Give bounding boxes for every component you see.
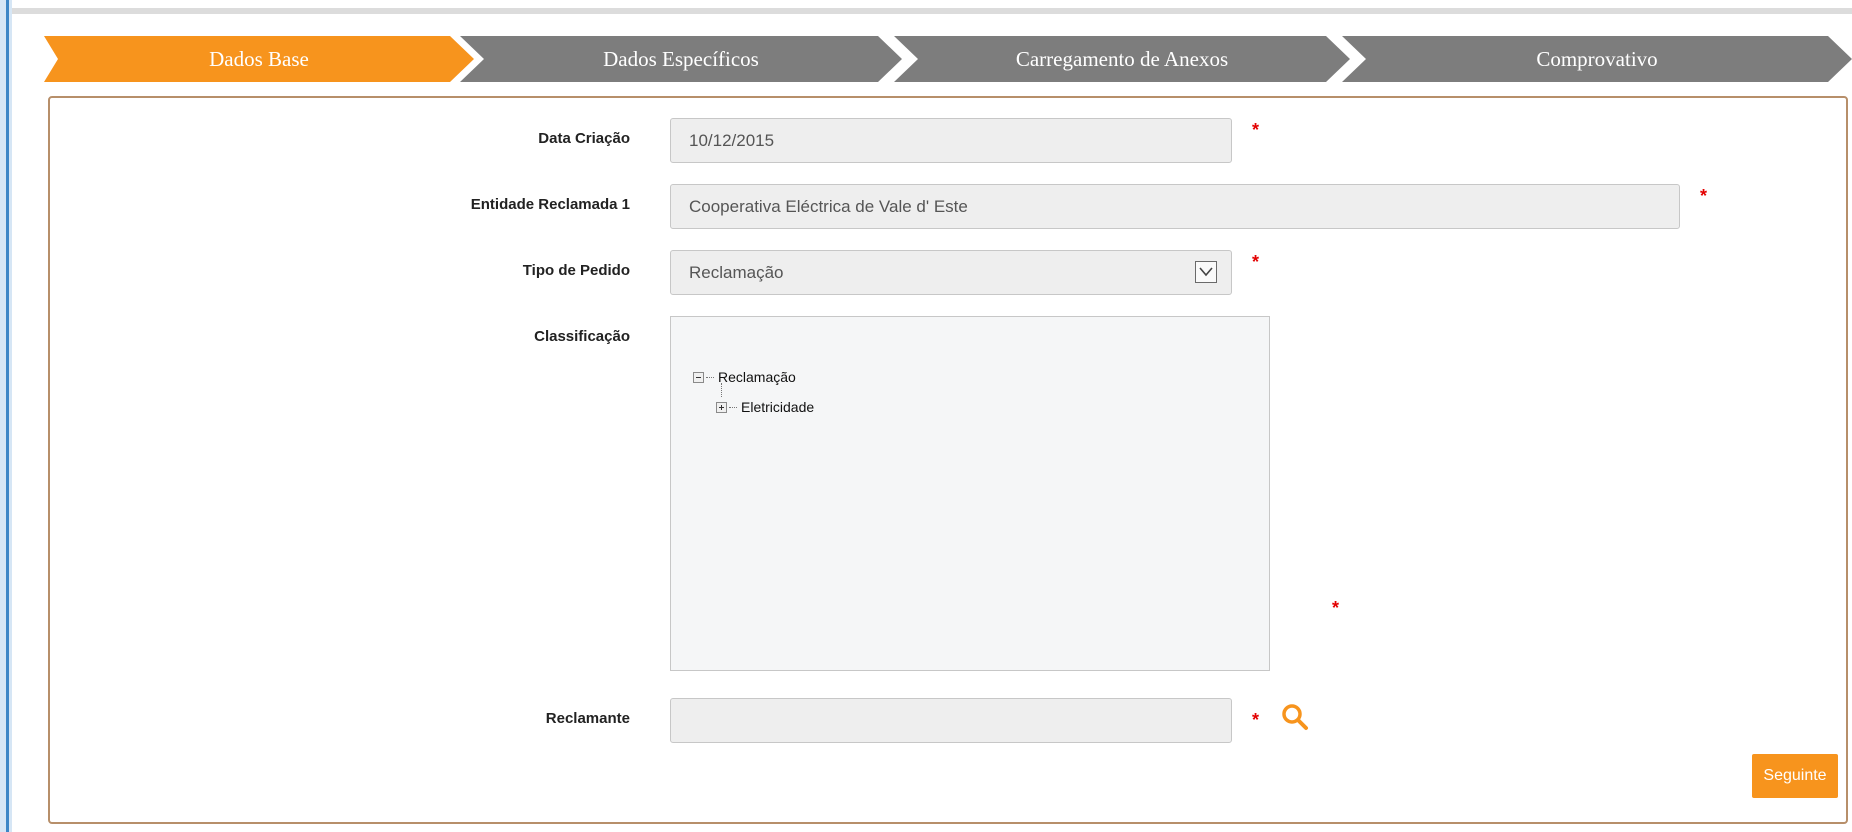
expand-icon[interactable] xyxy=(716,401,727,413)
step-label: Dados Específicos xyxy=(603,46,759,71)
tree-node-eletricidade[interactable]: Eletricidade xyxy=(716,399,814,415)
tree-node-label: Eletricidade xyxy=(741,399,815,415)
required-marker: * xyxy=(1252,120,1260,140)
tipo-pedido-label: Tipo de Pedido xyxy=(522,262,630,279)
tree-node-label: Reclamação xyxy=(718,369,796,385)
data-criacao-label: Data Criação xyxy=(538,130,630,147)
top-divider xyxy=(12,8,1852,14)
tipo-pedido-select[interactable]: Reclamação xyxy=(670,250,1232,295)
step-carregamento-anexos[interactable]: Carregamento de Anexos xyxy=(894,36,1350,82)
classificacao-tree[interactable]: Reclamação Eletricidade xyxy=(670,316,1270,671)
reclamante-label: Reclamante xyxy=(545,710,630,727)
classificacao-label: Classificação xyxy=(534,328,630,345)
step-dados-base[interactable]: Dados Base xyxy=(44,36,474,82)
search-icon[interactable] xyxy=(1280,702,1310,737)
collapse-icon[interactable] xyxy=(693,371,704,383)
tree-node-reclamacao[interactable]: Reclamação xyxy=(693,369,796,385)
required-marker: * xyxy=(1700,186,1708,206)
step-label: Carregamento de Anexos xyxy=(1015,46,1229,71)
step-label: Comprovativo xyxy=(1536,46,1658,71)
step-comprovativo[interactable]: Comprovativo xyxy=(1342,36,1852,82)
chevron-down-icon[interactable] xyxy=(1195,261,1217,283)
data-criacao-value: 10/12/2015 xyxy=(689,130,775,150)
tree-connector xyxy=(706,376,714,378)
step-dados-especificos[interactable]: Dados Específicos xyxy=(460,36,902,82)
tipo-pedido-value: Reclamação xyxy=(689,262,784,282)
entidade-field[interactable]: Cooperativa Eléctrica de Vale d' Este xyxy=(670,184,1680,229)
tree-connector xyxy=(721,383,722,397)
entidade-value: Cooperativa Eléctrica de Vale d' Este xyxy=(689,196,968,216)
data-criacao-field[interactable]: 10/12/2015 xyxy=(670,118,1232,163)
entidade-label: Entidade Reclamada 1 xyxy=(470,196,630,213)
required-marker: * xyxy=(1332,598,1340,618)
step-label: Dados Base xyxy=(209,46,309,71)
left-accent-strip xyxy=(0,0,12,832)
reclamante-field[interactable] xyxy=(670,698,1232,743)
required-marker: * xyxy=(1252,710,1260,730)
required-marker: * xyxy=(1252,252,1260,272)
tree-connector xyxy=(729,406,737,408)
wizard-steps: Dados Base Dados Específicos Carregament… xyxy=(44,36,1852,82)
seguinte-button[interactable]: Seguinte xyxy=(1752,754,1838,798)
form-panel: Data Criação 10/12/2015 * Entidade Recla… xyxy=(48,96,1848,824)
